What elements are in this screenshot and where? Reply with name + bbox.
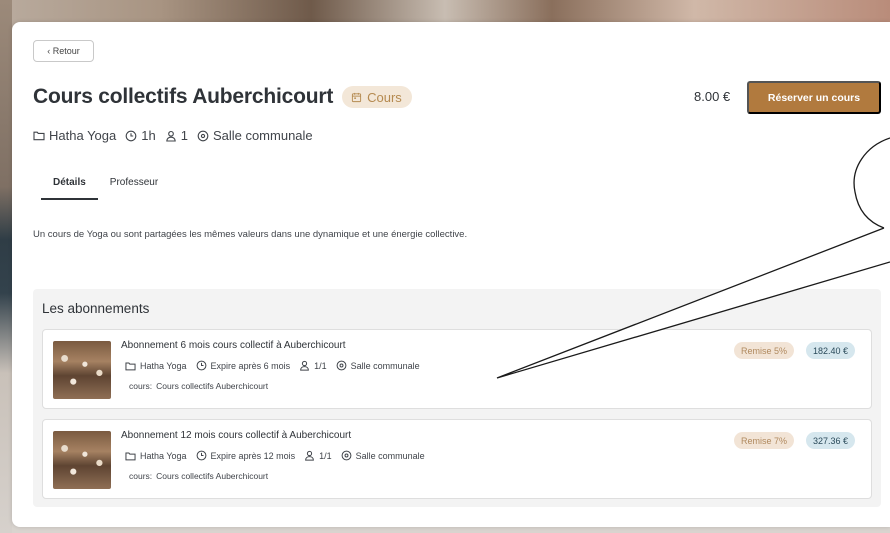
subscription-meta: Hatha Yoga Expire après 6 mois 1/1 Salle… xyxy=(125,360,429,371)
subscription-course: cours: Cours collectifs Auberchicourt xyxy=(129,471,268,481)
subscription-course: cours: Cours collectifs Auberchicourt xyxy=(129,381,268,391)
subscription-capacity: 1/1 xyxy=(319,450,332,461)
subscription-capacity: 1/1 xyxy=(314,360,327,371)
subscription-card[interactable]: Abonnement 6 mois cours collectif à Aube… xyxy=(42,329,872,409)
subscription-style: Hatha Yoga xyxy=(140,450,187,461)
subscription-location: Salle communale xyxy=(350,360,420,371)
folder-icon xyxy=(125,361,136,371)
tab-details[interactable]: Détails xyxy=(41,177,98,200)
subscription-thumbnail xyxy=(53,431,111,489)
discount-badge: Remise 5% xyxy=(734,342,795,359)
tab-bar: Détails Professeur xyxy=(41,177,170,200)
location-pin-icon xyxy=(197,130,209,142)
category-badge: Cours xyxy=(342,86,412,108)
course-location: Salle communale xyxy=(212,128,313,143)
book-course-button[interactable]: Réserver un cours xyxy=(747,81,881,114)
tab-teacher[interactable]: Professeur xyxy=(98,177,170,200)
clock-icon xyxy=(196,450,207,461)
back-button[interactable]: ‹ Retour xyxy=(33,40,94,62)
subscription-meta: Hatha Yoga Expire après 12 mois 1/1 Sall… xyxy=(125,450,434,461)
subscription-expiry: Expire après 6 mois xyxy=(210,360,291,371)
price-badge: 327.36 € xyxy=(806,432,856,449)
clock-icon xyxy=(196,360,207,371)
course-style: Hatha Yoga xyxy=(49,128,117,143)
subscription-style: Hatha Yoga xyxy=(140,360,187,371)
course-link: Cours collectifs Auberchicourt xyxy=(156,381,269,391)
course-description: Un cours de Yoga ou sont partagées les m… xyxy=(33,229,468,240)
course-label: cours: xyxy=(129,381,153,391)
course-capacity: 1 xyxy=(180,128,188,143)
user-icon xyxy=(304,450,315,461)
course-price: 8.00 € xyxy=(694,89,731,104)
user-icon xyxy=(299,360,310,371)
calendar-icon xyxy=(351,92,362,103)
course-duration: 1h xyxy=(141,128,156,143)
clock-icon xyxy=(125,130,137,142)
subscription-name: Abonnement 6 mois cours collectif à Aube… xyxy=(121,340,346,351)
discount-badge: Remise 7% xyxy=(734,432,795,449)
page-title: Cours collectifs Auberchicourt xyxy=(33,85,334,108)
course-detail-panel: ‹ Retour Cours collectifs Auberchicourt … xyxy=(12,22,890,527)
price-badge: 182.40 € xyxy=(806,342,856,359)
folder-icon xyxy=(33,130,45,141)
background-edge xyxy=(0,0,12,533)
category-label: Cours xyxy=(367,89,402,105)
course-meta: Hatha Yoga 1h 1 Salle communale xyxy=(33,128,322,143)
location-pin-icon xyxy=(336,360,347,371)
user-icon xyxy=(165,130,177,142)
folder-icon xyxy=(125,451,136,461)
subscription-expiry: Expire après 12 mois xyxy=(210,450,296,461)
subscriptions-title: Les abonnements xyxy=(42,301,150,316)
subscription-card[interactable]: Abonnement 12 mois cours collectif à Aub… xyxy=(42,419,872,499)
subscription-name: Abonnement 12 mois cours collectif à Aub… xyxy=(121,430,352,441)
course-label: cours: xyxy=(129,471,153,481)
location-pin-icon xyxy=(341,450,352,461)
subscription-location: Salle communale xyxy=(355,450,425,461)
subscriptions-section: Les abonnements Abonnement 6 mois cours … xyxy=(33,289,881,507)
subscription-thumbnail xyxy=(53,341,111,399)
title-row: Cours collectifs Auberchicourt Cours xyxy=(33,85,412,109)
course-link: Cours collectifs Auberchicourt xyxy=(156,471,269,481)
